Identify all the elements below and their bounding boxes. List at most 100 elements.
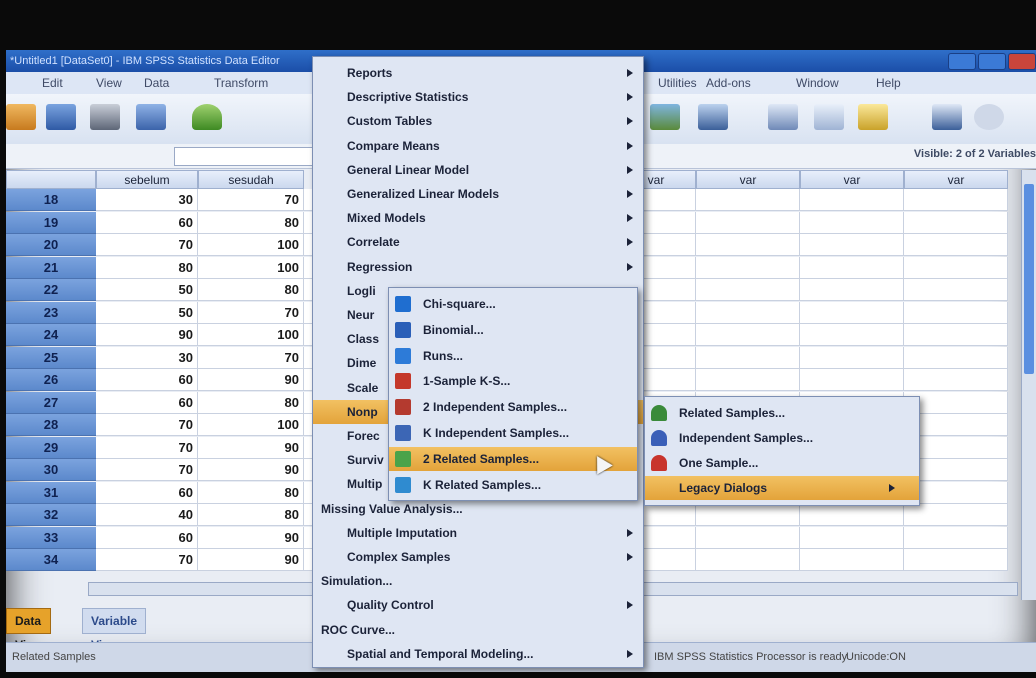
grid-cell-empty[interactable] — [800, 234, 904, 256]
grid-cell-empty[interactable] — [696, 234, 800, 256]
row-number[interactable]: 26 — [6, 369, 96, 391]
menu-item-legacy[interactable]: Runs... — [389, 344, 637, 368]
grid-cell-sesudah[interactable]: 70 — [198, 189, 304, 211]
menu-item-analyze[interactable]: Regression — [313, 255, 643, 279]
grid-cell-empty[interactable] — [696, 189, 800, 211]
column-header[interactable]: var — [904, 170, 1008, 189]
grid-cell-sesudah[interactable]: 80 — [198, 211, 304, 234]
grid-cell-empty[interactable] — [800, 256, 904, 279]
grid-cell-empty[interactable] — [696, 369, 800, 391]
grid-cell-sesudah[interactable]: 100 — [198, 414, 304, 436]
grid-cell-empty[interactable] — [904, 301, 1008, 324]
menu-item-legacy[interactable]: K Related Samples... — [389, 473, 637, 497]
row-number[interactable]: 27 — [6, 391, 96, 414]
grid-cell-sebelum[interactable]: 60 — [96, 526, 198, 549]
grid-cell-empty[interactable] — [904, 504, 1008, 526]
insert-variable-icon[interactable] — [698, 104, 728, 130]
menu-window[interactable]: Window — [796, 76, 839, 90]
row-number[interactable]: 18 — [6, 189, 96, 211]
grid-cell-sesudah[interactable]: 80 — [198, 504, 304, 526]
grid-cell-empty[interactable] — [800, 369, 904, 391]
grid-cell-empty[interactable] — [904, 279, 1008, 301]
menu-edit[interactable]: Edit — [42, 76, 63, 90]
undo-icon[interactable] — [192, 104, 222, 130]
dialog-recall-icon[interactable] — [136, 104, 166, 130]
grid-cell-sebelum[interactable]: 70 — [96, 234, 198, 256]
row-number[interactable]: 21 — [6, 256, 96, 279]
select-cases-icon[interactable] — [858, 104, 888, 130]
maximize-button[interactable] — [978, 53, 1006, 70]
close-button[interactable] — [1008, 53, 1036, 70]
search-icon[interactable] — [974, 104, 1004, 130]
grid-cell-empty[interactable] — [800, 189, 904, 211]
grid-cell-sebelum[interactable]: 80 — [96, 256, 198, 279]
grid-cell-sesudah[interactable]: 70 — [198, 301, 304, 324]
grid-cell-sesudah[interactable]: 90 — [198, 526, 304, 549]
menu-item-legacy[interactable]: K Independent Samples... — [389, 421, 637, 445]
grid-cell-empty[interactable] — [696, 549, 800, 571]
row-number[interactable]: 24 — [6, 324, 96, 346]
grid-cell-sebelum[interactable]: 30 — [96, 189, 198, 211]
grid-cell-empty[interactable] — [696, 256, 800, 279]
grid-cell-empty[interactable] — [696, 346, 800, 369]
menu-addons[interactable]: Add-ons — [706, 76, 751, 90]
grid-cell-sebelum[interactable]: 70 — [96, 549, 198, 571]
grid-cell-empty[interactable] — [696, 324, 800, 346]
open-folder-icon[interactable] — [6, 104, 36, 130]
grid-cell-empty[interactable] — [904, 369, 1008, 391]
grid-cell-sebelum[interactable]: 70 — [96, 414, 198, 436]
row-number[interactable]: 29 — [6, 436, 96, 459]
menu-data[interactable]: Data — [144, 76, 169, 90]
tab-variable-view[interactable]: Variable View — [82, 608, 147, 652]
row-number[interactable]: 33 — [6, 526, 96, 549]
menu-item-legacy[interactable]: 1-Sample K-S... — [389, 369, 637, 393]
row-number[interactable]: 23 — [6, 301, 96, 324]
grid-cell-sesudah[interactable]: 80 — [198, 391, 304, 414]
grid-cell-empty[interactable] — [800, 504, 904, 526]
grid-cell-sesudah[interactable]: 100 — [198, 234, 304, 256]
grid-cell-empty[interactable] — [904, 526, 1008, 549]
menu-item-analyze[interactable]: Spatial and Temporal Modeling... — [313, 642, 643, 666]
row-number[interactable]: 31 — [6, 481, 96, 504]
grid-cell-empty[interactable] — [800, 346, 904, 369]
menu-item-analyze[interactable]: Simulation... — [313, 569, 643, 593]
menu-item-analyze[interactable]: Reports — [313, 61, 643, 85]
menu-item-analyze[interactable]: Multiple Imputation — [313, 521, 643, 545]
grid-cell-empty[interactable] — [800, 549, 904, 571]
menu-view[interactable]: View — [96, 76, 122, 90]
grid-cell-sesudah[interactable]: 70 — [198, 346, 304, 369]
menu-item-analyze[interactable]: Generalized Linear Models — [313, 182, 643, 206]
grid-cell-sebelum[interactable]: 90 — [96, 324, 198, 346]
grid-cell-sebelum[interactable]: 50 — [96, 301, 198, 324]
row-number[interactable]: 22 — [6, 279, 96, 301]
menu-item-analyze[interactable]: Custom Tables — [313, 109, 643, 133]
menu-item-legacy[interactable]: Binomial... — [389, 318, 637, 342]
row-number[interactable]: 28 — [6, 414, 96, 436]
insert-cases-icon[interactable] — [650, 104, 680, 130]
grid-cell-sesudah[interactable]: 100 — [198, 256, 304, 279]
column-header[interactable]: sebelum — [96, 170, 198, 189]
row-number[interactable]: 32 — [6, 504, 96, 526]
grid-cell-sebelum[interactable]: 30 — [96, 346, 198, 369]
grid-cell-empty[interactable] — [800, 301, 904, 324]
menu-item-analyze[interactable]: Correlate — [313, 230, 643, 254]
menu-item-legacy[interactable]: Chi-square... — [389, 292, 637, 316]
grid-cell-sebelum[interactable]: 50 — [96, 279, 198, 301]
grid-cell-sebelum[interactable]: 60 — [96, 481, 198, 504]
grid-cell-empty[interactable] — [800, 526, 904, 549]
menu-help[interactable]: Help — [876, 76, 901, 90]
menu-item-analyze[interactable]: Mixed Models — [313, 206, 643, 230]
grid-cell-sebelum[interactable]: 60 — [96, 211, 198, 234]
row-number[interactable]: 30 — [6, 459, 96, 481]
column-header[interactable]: var — [800, 170, 904, 189]
tab-data-view[interactable]: Data View — [6, 608, 52, 652]
grid-cell-sebelum[interactable]: 60 — [96, 369, 198, 391]
menu-utilities[interactable]: Utilities — [658, 76, 697, 90]
cell-value-field[interactable] — [174, 147, 316, 166]
weight-cases-icon[interactable] — [814, 104, 844, 130]
grid-cell-sesudah[interactable]: 80 — [198, 481, 304, 504]
menu-item-nonparametric[interactable]: Independent Samples... — [645, 426, 919, 450]
row-number[interactable]: 20 — [6, 234, 96, 256]
menu-item-nonparametric[interactable]: Related Samples... — [645, 401, 919, 425]
grid-cell-empty[interactable] — [904, 189, 1008, 211]
